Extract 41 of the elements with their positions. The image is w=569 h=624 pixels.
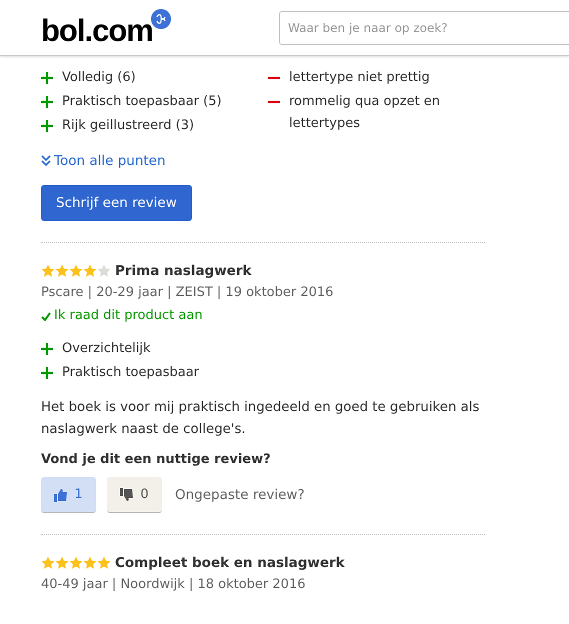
star-icon bbox=[97, 556, 111, 570]
plus-icon bbox=[41, 96, 53, 108]
star-icon bbox=[69, 264, 83, 278]
review-meta: 40-49 jaar | Noordwijk | 18 oktober 2016 bbox=[41, 576, 306, 594]
con-point: lettertype niet prettig bbox=[289, 69, 430, 87]
con-point: rommelig qua opzet en lettertypes bbox=[289, 93, 442, 133]
pro-point: Rijk geillustreerd (3) bbox=[62, 117, 194, 135]
star-icon bbox=[83, 264, 97, 278]
review-title: Prima naslagwerk bbox=[115, 263, 252, 279]
check-icon bbox=[41, 312, 51, 320]
pro-point: Praktisch toepasbaar bbox=[62, 364, 200, 382]
thumbs-down-button[interactable]: 0 bbox=[107, 477, 162, 513]
recommendation: Ik raad dit product aan bbox=[54, 307, 203, 325]
star-icon bbox=[55, 264, 69, 278]
star-icon bbox=[69, 556, 83, 570]
star-icon bbox=[41, 556, 55, 570]
logo-badge-icon bbox=[150, 9, 171, 29]
report-link[interactable]: Ongepaste review? bbox=[175, 487, 305, 503]
double-chevron-icon bbox=[41, 155, 51, 167]
review-text: Het boek is voor mij praktisch ingedeeld en goed te gebruiken als naslagwerk naast de college's. bbox=[41, 399, 480, 439]
star-icon bbox=[41, 264, 55, 278]
helpful-question: Vond je dit een nuttige review? bbox=[41, 452, 272, 467]
star-icon bbox=[55, 556, 69, 570]
plus-icon bbox=[41, 72, 53, 84]
pro-point: Overzichtelijk bbox=[62, 340, 151, 358]
thumbs-up-icon bbox=[54, 488, 68, 502]
plus-icon bbox=[41, 343, 53, 355]
show-all-link[interactable]: Toon alle punten bbox=[41, 153, 166, 169]
plus-icon bbox=[41, 120, 53, 132]
star-icon bbox=[83, 556, 97, 570]
star-icon bbox=[97, 264, 111, 278]
search-field[interactable]: Waar ben je naar op zoek? bbox=[279, 10, 569, 44]
logo[interactable]: bol.com bbox=[41, 15, 153, 46]
pro-point: Volledig (6) bbox=[62, 69, 136, 87]
write-review-button[interactable]: Schrijf een review bbox=[41, 185, 192, 221]
review-title: Compleet boek en naslagwerk bbox=[115, 555, 345, 571]
pro-point: Praktisch toepasbaar (5) bbox=[62, 93, 222, 111]
plus-icon bbox=[41, 367, 53, 379]
thumbs-up-button[interactable]: 1 bbox=[41, 477, 96, 513]
review-meta: Pscare | 20-29 jaar | ZEIST | 19 oktober 2016 bbox=[41, 284, 334, 302]
thumbs-down-icon bbox=[120, 488, 134, 502]
